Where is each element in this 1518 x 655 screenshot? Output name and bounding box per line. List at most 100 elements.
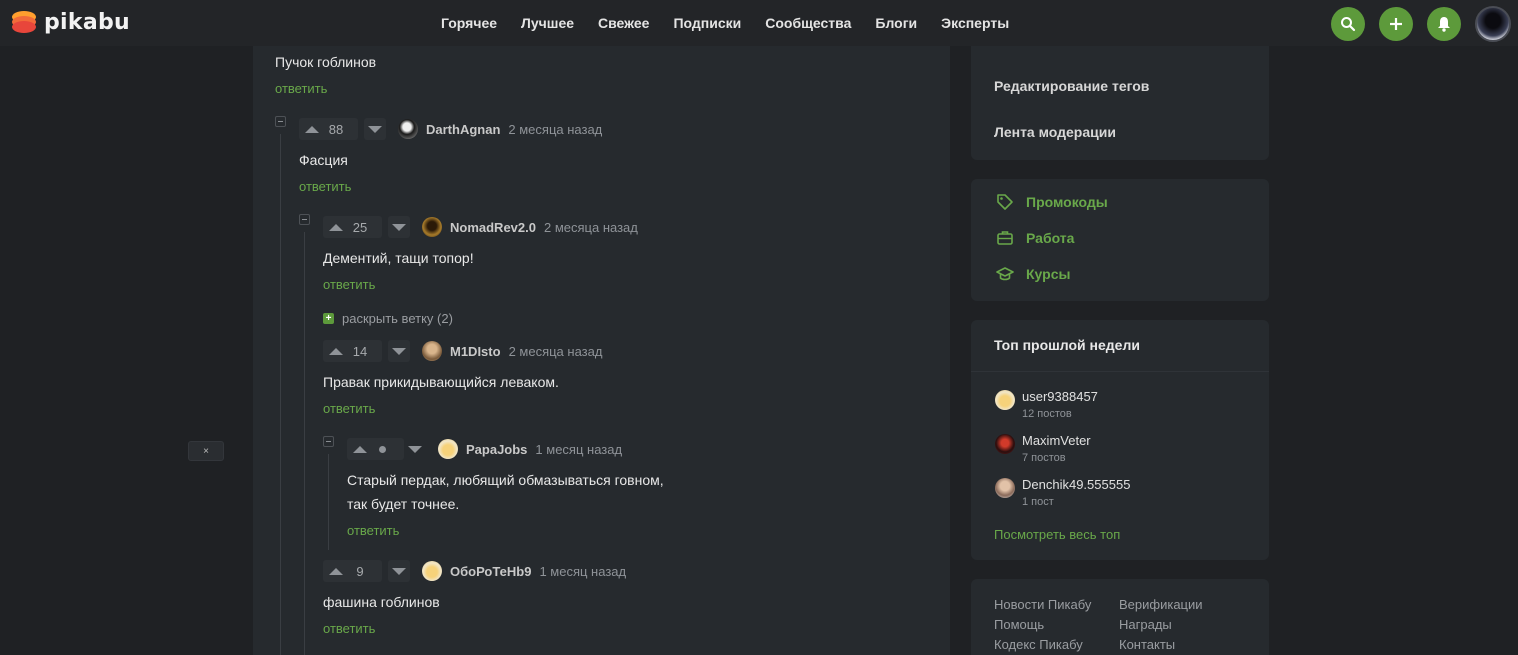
nav-communities[interactable]: Сообщества <box>765 15 851 31</box>
comment-text-line1: Старый пердак, любящий обмазываться говн… <box>347 472 664 488</box>
vote-box: 9 <box>323 560 382 582</box>
comment-text: Пучок гоблинов <box>275 54 377 70</box>
comment-author[interactable]: NomadRev2.0 <box>450 220 536 235</box>
upvote-icon[interactable] <box>329 347 343 355</box>
top-user-item[interactable]: user9388457 12 постов <box>995 388 1098 420</box>
comment-score: 9 <box>356 563 364 579</box>
nav-experts[interactable]: Эксперты <box>941 15 1009 31</box>
close-icon[interactable]: × <box>188 441 224 461</box>
service-jobs[interactable]: Работа <box>996 229 1074 247</box>
downvote-icon <box>392 223 406 231</box>
footer-links-card: Новости Пикабу Помощь Кодекс Пикабу Вери… <box>971 579 1269 655</box>
vote-box: 25 <box>323 216 382 238</box>
avatar[interactable] <box>398 119 418 139</box>
service-promocodes[interactable]: Промокоды <box>996 193 1108 211</box>
footer-link-help[interactable]: Помощь <box>994 617 1044 632</box>
collapse-thread-button[interactable] <box>275 116 286 127</box>
downvote-icon <box>392 347 406 355</box>
upvote-icon[interactable] <box>353 445 367 453</box>
top-user-name: Denchik49.555555 <box>1022 477 1131 492</box>
comment-text: фашина гоблинов <box>323 594 440 610</box>
services-card: Промокоды Работа Курсы <box>971 179 1269 301</box>
vote-box: 88 <box>299 118 358 140</box>
service-label: Работа <box>1026 230 1075 246</box>
comment-meta: 9 ОбоРоТеНb9 1 месяц назад <box>323 560 626 582</box>
avatar[interactable] <box>422 561 442 581</box>
footer-link-awards[interactable]: Награды <box>1119 617 1172 632</box>
comment-author[interactable]: ОбоРоТеНb9 <box>450 564 531 579</box>
top-week-title: Топ прошлой недели <box>994 337 1140 353</box>
comment-author[interactable]: M1DIsto <box>450 344 501 359</box>
reply-link[interactable]: ответить <box>275 81 327 96</box>
downvote-icon <box>408 445 422 453</box>
service-label: Курсы <box>1026 266 1071 282</box>
comment-author[interactable]: DarthAgnan <box>426 122 500 137</box>
avatar <box>995 434 1015 454</box>
user-avatar[interactable] <box>1475 6 1511 42</box>
add-post-button[interactable] <box>1379 7 1413 41</box>
collapse-thread-button[interactable] <box>323 436 334 447</box>
avatar[interactable] <box>422 217 442 237</box>
footer-link-news[interactable]: Новости Пикабу <box>994 597 1091 612</box>
avatar <box>995 478 1015 498</box>
comment-text-line2: так будет точнее. <box>347 496 460 512</box>
comment-author[interactable]: PapaJobs <box>466 442 527 457</box>
downvote-button[interactable] <box>364 118 386 140</box>
downvote-button[interactable] <box>388 216 410 238</box>
comment-meta: 25 NomadRev2.0 2 месяца назад <box>323 216 638 238</box>
collapse-thread-button[interactable] <box>299 214 310 225</box>
downvote-button[interactable] <box>404 438 426 460</box>
reply-link[interactable]: ответить <box>323 621 375 636</box>
nav-subscriptions[interactable]: Подписки <box>673 15 741 31</box>
top-user-item[interactable]: MaximVeter 7 постов <box>995 432 1091 464</box>
upvote-icon[interactable] <box>305 125 319 133</box>
upvote-icon[interactable] <box>329 567 343 575</box>
divider <box>971 371 1269 372</box>
downvote-button[interactable] <box>388 560 410 582</box>
tag-icon <box>997 194 1013 210</box>
main-nav: Горячее Лучшее Свежее Подписки Сообществ… <box>441 15 1033 31</box>
avatar <box>995 390 1015 410</box>
reply-link[interactable]: ответить <box>347 523 399 538</box>
notifications-button[interactable] <box>1427 7 1461 41</box>
nav-fresh[interactable]: Свежее <box>598 15 649 31</box>
expand-thread-button[interactable]: + раскрыть ветку (2) <box>323 311 453 326</box>
reply-link[interactable]: ответить <box>299 179 351 194</box>
nav-best[interactable]: Лучшее <box>521 15 574 31</box>
pikabu-logo[interactable]: pikabu <box>10 8 130 36</box>
nav-blogs[interactable]: Блоги <box>875 15 917 31</box>
thread-line <box>280 134 281 655</box>
top-user-posts: 12 постов <box>1022 408 1072 420</box>
search-button[interactable] <box>1331 7 1365 41</box>
neutral-score-dot <box>379 445 386 453</box>
moderation-feed-link[interactable]: Лента модерации <box>994 124 1116 140</box>
downvote-icon <box>392 567 406 575</box>
bell-icon <box>1438 17 1450 32</box>
reply-link[interactable]: ответить <box>323 401 375 416</box>
plus-square-icon: + <box>323 313 334 324</box>
top-header: pikabu Горячее Лучшее Свежее Подписки Со… <box>0 0 1518 46</box>
avatar[interactable] <box>438 439 458 459</box>
comment-time: 2 месяца назад <box>508 121 603 137</box>
comment-time: 2 месяца назад <box>508 343 603 359</box>
logo-text: pikabu <box>44 9 130 35</box>
footer-link-verifications[interactable]: Верификации <box>1119 597 1203 612</box>
upvote-icon[interactable] <box>329 223 343 231</box>
search-icon <box>1341 17 1356 32</box>
footer-link-contacts[interactable]: Контакты <box>1119 637 1175 652</box>
reply-link[interactable]: ответить <box>323 277 375 292</box>
nav-hot[interactable]: Горячее <box>441 15 497 31</box>
comment-meta: PapaJobs 1 месяц назад <box>347 438 622 460</box>
thread-line <box>304 232 305 655</box>
comment-meta: 88 DarthAgnan 2 месяца назад <box>299 118 602 140</box>
top-week-card: Топ прошлой недели user9388457 12 постов… <box>971 320 1269 560</box>
see-all-top-link[interactable]: Посмотреть весь топ <box>994 527 1120 542</box>
service-courses[interactable]: Курсы <box>996 265 1070 283</box>
avatar[interactable] <box>422 341 442 361</box>
top-user-item[interactable]: Denchik49.555555 1 пост <box>995 476 1130 508</box>
footer-link-codex[interactable]: Кодекс Пикабу <box>994 637 1083 652</box>
top-user-name: user9388457 <box>1022 389 1098 404</box>
edit-tags-link[interactable]: Редактирование тегов <box>994 78 1149 94</box>
comment-score: 14 <box>352 343 368 359</box>
downvote-button[interactable] <box>388 340 410 362</box>
